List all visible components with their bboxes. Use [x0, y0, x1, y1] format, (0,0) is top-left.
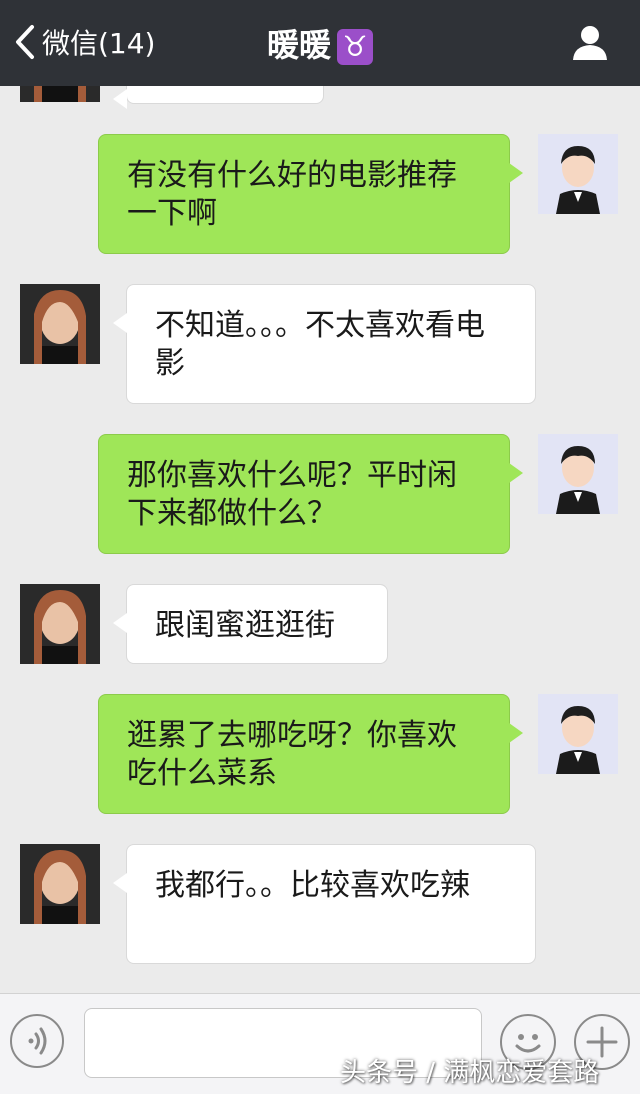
message-bubble-received[interactable]: 不知道。。。不太喜欢看电影 — [113, 284, 536, 404]
contact-name: 暖暖 — [266, 26, 331, 64]
person-icon — [570, 26, 610, 66]
contact-avatar[interactable] — [20, 284, 100, 364]
voice-icon — [12, 1027, 62, 1070]
message-bubble-sent[interactable]: 那你喜欢什么呢？平时闲下来都做什么？ — [98, 434, 523, 554]
message-text: 那你喜欢什么呢？平时闲下来都做什么？ — [127, 458, 457, 531]
voice-button[interactable] — [10, 1014, 64, 1068]
message-bubble-received[interactable]: 跟闺蜜逛逛街 — [113, 584, 388, 664]
taurus-sign-icon: ♉ — [337, 29, 373, 65]
message-bubble-received[interactable]: 我都行。。比较喜欢吃辣 — [113, 844, 536, 964]
message-text: 跟闺蜜逛逛街 — [155, 608, 335, 643]
my-avatar[interactable] — [538, 694, 618, 774]
page-title: 暖暖 ♉ — [0, 20, 640, 66]
message-bubble-sent[interactable]: 逛累了去哪吃呀？你喜欢吃什么菜系 — [98, 694, 523, 814]
chat-area[interactable]: 有没有什么好的电影推荐一下啊 不知道。。。不太喜欢看电影 那你喜欢什么呢？平时闲… — [0, 0, 640, 993]
contact-avatar[interactable] — [20, 584, 100, 664]
message-text: 有没有什么好的电影推荐一下啊 — [127, 158, 457, 231]
my-avatar[interactable] — [538, 134, 618, 214]
chat-info-button[interactable] — [570, 22, 610, 62]
my-avatar[interactable] — [538, 434, 618, 514]
watermark: 头条号 / 满枫恋爱套路 — [340, 1058, 600, 1088]
message-text: 不知道。。。不太喜欢看电影 — [155, 308, 485, 381]
chat-header: 微信(14) 暖暖 ♉ — [0, 0, 640, 86]
message-text: 逛累了去哪吃呀？你喜欢吃什么菜系 — [127, 718, 457, 791]
contact-avatar[interactable] — [20, 844, 100, 924]
message-bubble-sent[interactable]: 有没有什么好的电影推荐一下啊 — [98, 134, 523, 254]
message-text: 我都行。。比较喜欢吃辣 — [155, 868, 470, 903]
